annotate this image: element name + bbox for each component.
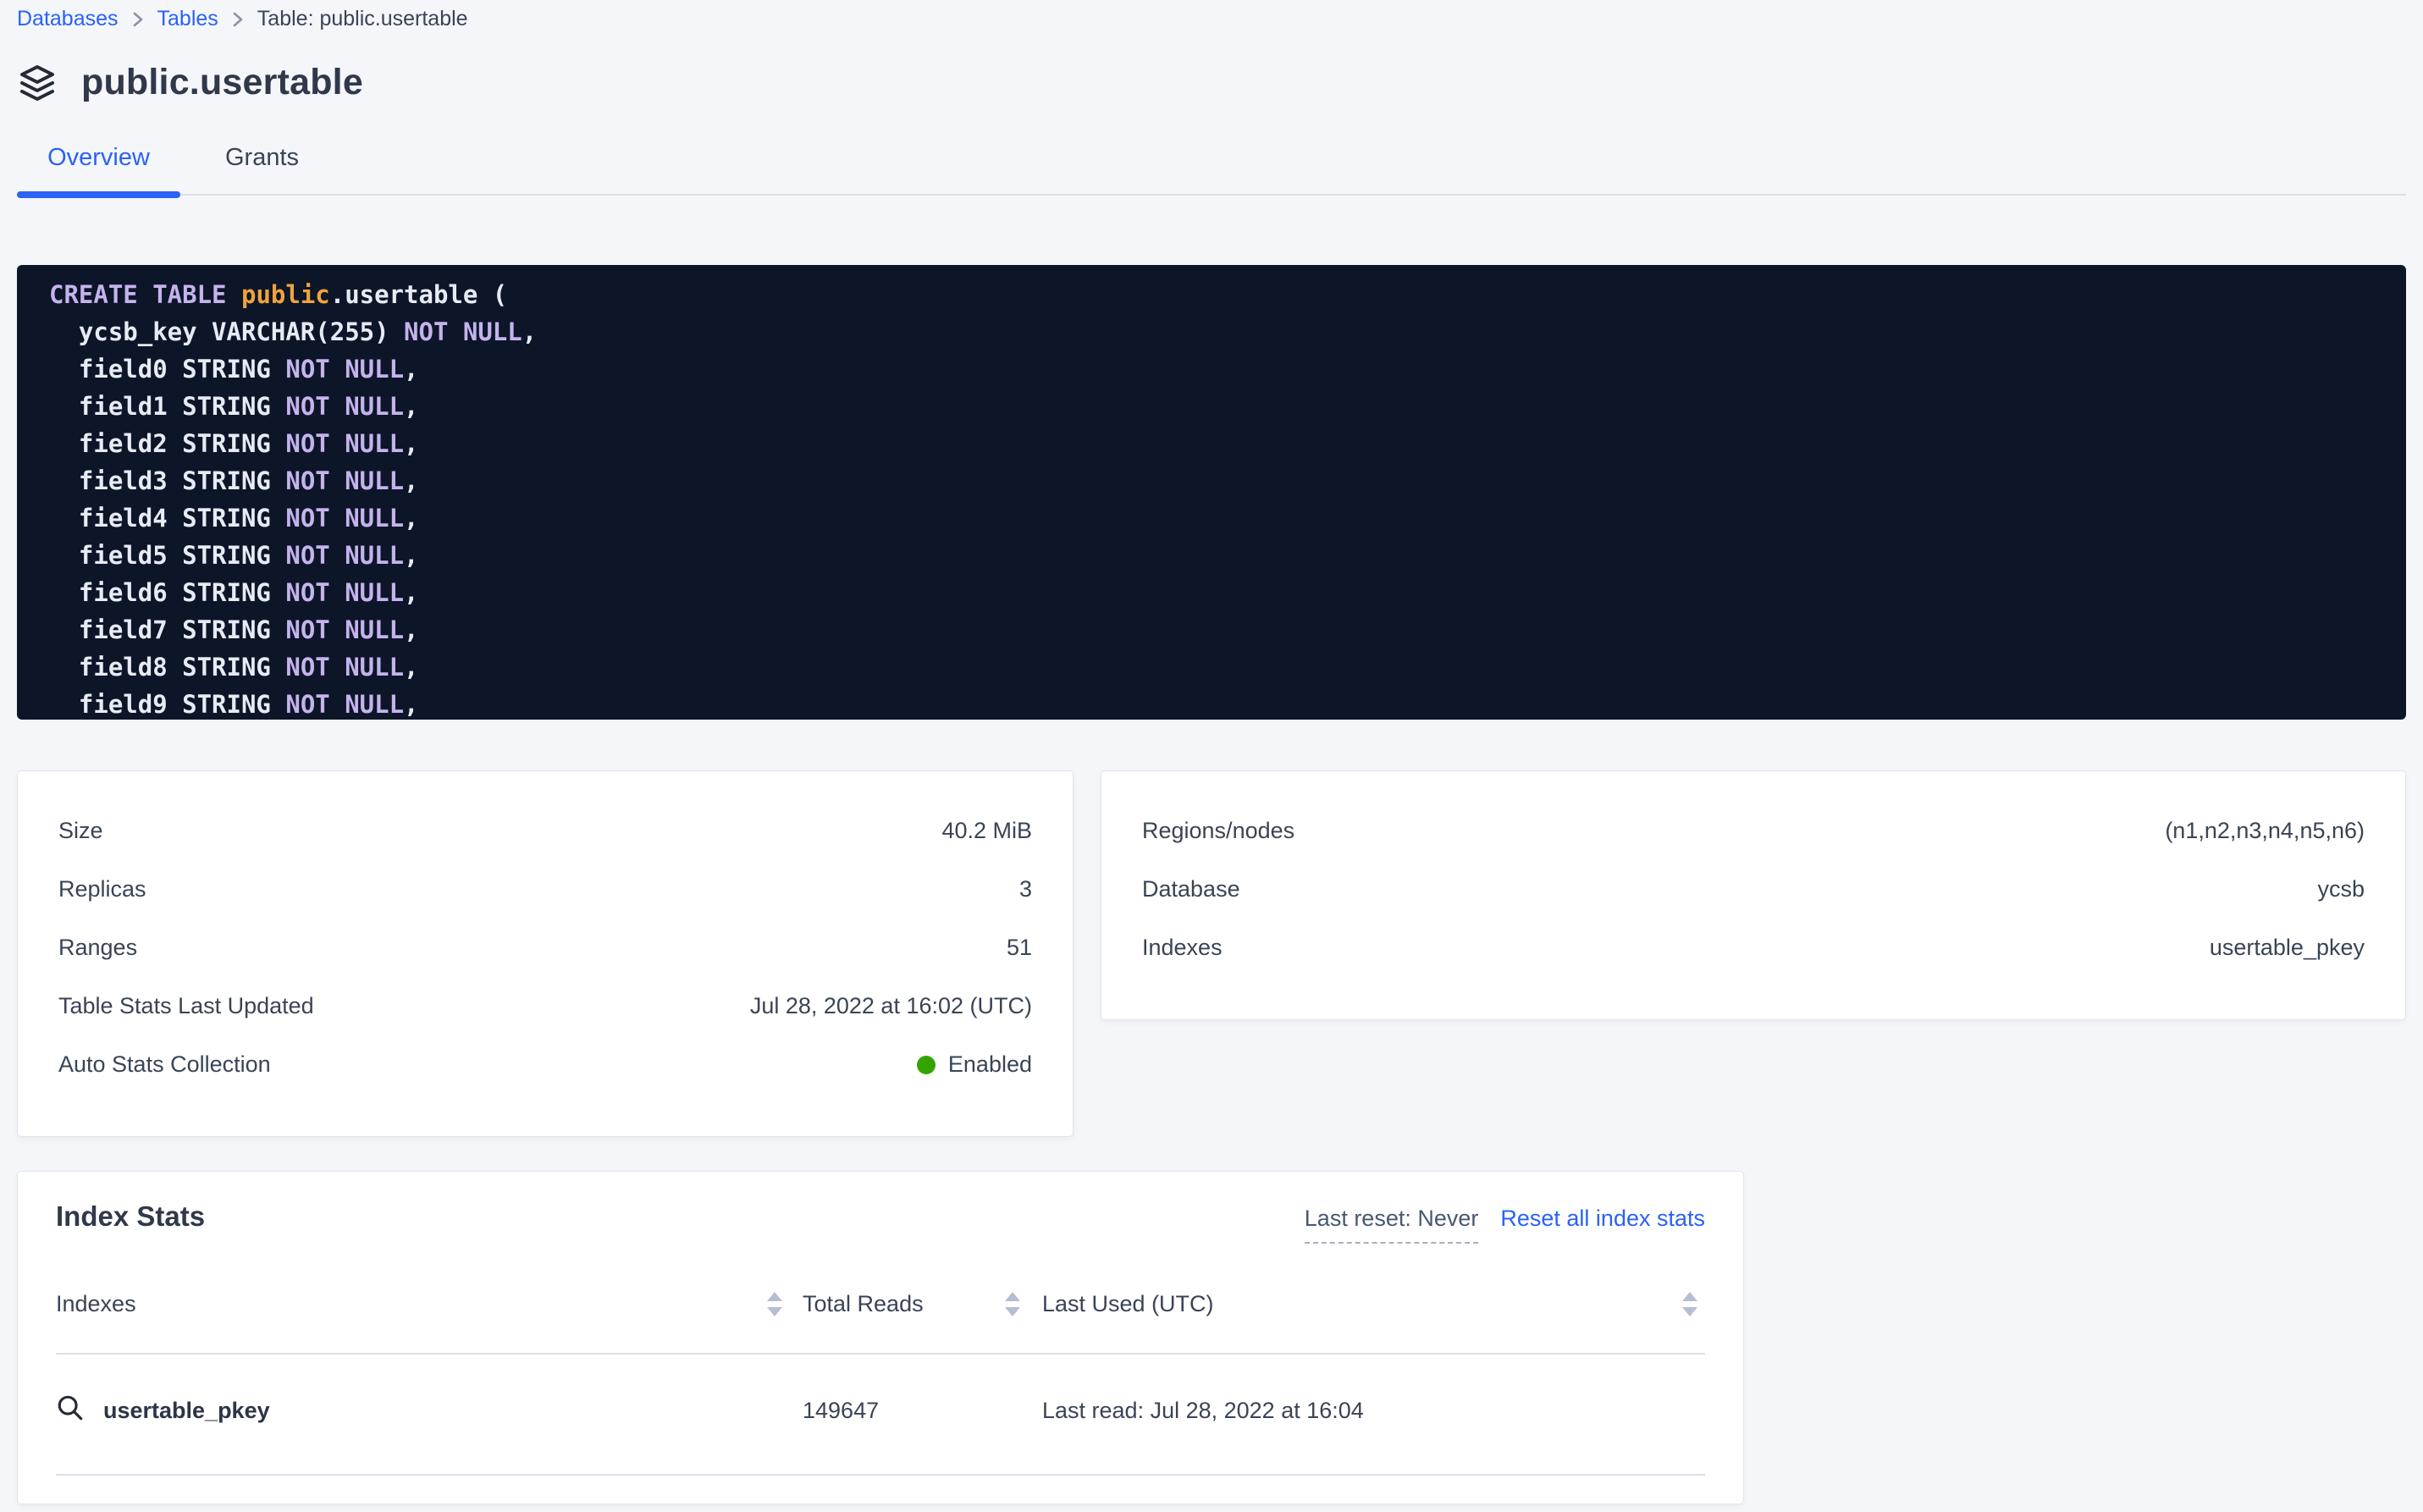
- detail-label: Size: [58, 818, 103, 844]
- detail-value: ycsb: [2317, 876, 2365, 902]
- sql-line: field1 STRING NOT NULL,: [49, 388, 2406, 425]
- breadcrumb-link-databases[interactable]: Databases: [17, 7, 119, 31]
- detail-row: Ranges 51: [58, 919, 1032, 977]
- page-header: public.usertable: [17, 62, 2406, 103]
- column-header-indexes[interactable]: Indexes: [56, 1291, 746, 1317]
- detail-value: 3: [1019, 876, 1032, 902]
- sort-icon[interactable]: [1674, 1292, 1705, 1316]
- detail-value: Jul 28, 2022 at 16:02 (UTC): [750, 993, 1032, 1019]
- sql-line: field7 STRING NOT NULL,: [49, 611, 2406, 648]
- active-tab-indicator: [17, 191, 180, 198]
- detail-label: Regions/nodes: [1142, 818, 1294, 844]
- detail-value: (n1,n2,n3,n4,n5,n6): [2165, 818, 2365, 844]
- breadcrumb-link-tables[interactable]: Tables: [157, 7, 218, 31]
- index-table-body: usertable_pkey 149647 Last read: Jul 28, 2…: [56, 1355, 1705, 1476]
- chevron-right-icon: [232, 10, 244, 29]
- detail-label: Auto Stats Collection: [58, 1051, 271, 1078]
- tab-overview[interactable]: Overview: [17, 144, 180, 194]
- detail-value: 51: [1007, 935, 1032, 961]
- details-section: Size 40.2 MiB Replicas 3 Ranges 51 Table Stats…: [17, 770, 2406, 1137]
- tab-grants[interactable]: Grants: [180, 144, 344, 194]
- status-enabled-dot: [917, 1056, 936, 1074]
- sql-line: field4 STRING NOT NULL,: [49, 499, 2406, 537]
- index-stats-title: Index Stats: [56, 1200, 205, 1233]
- tab-overview-label: Overview: [47, 144, 150, 171]
- last-reset-label: Last reset: Never: [1305, 1206, 1479, 1244]
- tab-grants-label: Grants: [225, 144, 299, 171]
- tab-bar: Overview Grants: [17, 144, 2406, 196]
- detail-row: Indexes usertable_pkey: [1142, 919, 2365, 977]
- table-meta-card: Regions/nodes (n1,n2,n3,n4,n5,n6) Database…: [1101, 770, 2406, 1020]
- chevron-right-icon: [132, 10, 144, 29]
- table-details-page: Databases Tables Table: public.usertable…: [0, 0, 2423, 1504]
- detail-label: Database: [1142, 876, 1240, 902]
- last-used-cell: Last read: Jul 28, 2022 at 16:04: [1042, 1398, 1674, 1424]
- sql-line: field3 STRING NOT NULL,: [49, 462, 2406, 499]
- sql-line: field5 STRING NOT NULL,: [49, 537, 2406, 574]
- detail-row: Size 40.2 MiB: [58, 802, 1032, 860]
- column-header-total-reads[interactable]: Total Reads: [803, 1291, 983, 1317]
- detail-row: Regions/nodes (n1,n2,n3,n4,n5,n6): [1142, 802, 2365, 860]
- create-table-sql-block: CREATE TABLE public.usertable ( ycsb_key…: [17, 265, 2406, 720]
- sort-icon[interactable]: [746, 1292, 803, 1316]
- detail-row: Replicas 3: [58, 860, 1032, 919]
- sql-line: field0 STRING NOT NULL,: [49, 350, 2406, 388]
- sql-line: field6 STRING NOT NULL,: [49, 574, 2406, 611]
- detail-row: Table Stats Last Updated Jul 28, 2022 at …: [58, 977, 1032, 1035]
- table-stats-card: Size 40.2 MiB Replicas 3 Ranges 51 Table Stats…: [17, 770, 1074, 1137]
- detail-label: Table Stats Last Updated: [58, 993, 314, 1019]
- index-name-cell[interactable]: usertable_pkey: [56, 1393, 746, 1428]
- detail-label: Indexes: [1142, 935, 1223, 961]
- index-table-header: Indexes Total Reads Last Used (UTC): [56, 1291, 1705, 1355]
- layers-stack-icon: [17, 63, 58, 103]
- sql-line: field2 STRING NOT NULL,: [49, 425, 2406, 462]
- sort-icon[interactable]: [983, 1292, 1042, 1316]
- sql-line: field9 STRING NOT NULL,: [49, 686, 2406, 720]
- detail-row: Database ycsb: [1142, 860, 2365, 919]
- detail-value: 40.2 MiB: [941, 818, 1032, 844]
- breadcrumb: Databases Tables Table: public.usertable: [17, 0, 2406, 31]
- detail-value: usertable_pkey: [2210, 935, 2365, 961]
- breadcrumb-current: Table: public.usertable: [257, 7, 468, 31]
- page-title: public.usertable: [81, 62, 363, 103]
- column-header-last-used[interactable]: Last Used (UTC): [1042, 1291, 1674, 1317]
- detail-row: Auto Stats Collection Enabled: [58, 1035, 1032, 1094]
- detail-label: Ranges: [58, 935, 137, 961]
- detail-value: Enabled: [917, 1051, 1032, 1078]
- index-stats-card: Index Stats Last reset: Never Reset all …: [17, 1171, 1744, 1504]
- sql-line: field8 STRING NOT NULL,: [49, 648, 2406, 686]
- detail-label: Replicas: [58, 876, 146, 902]
- magnifier-icon: [56, 1393, 85, 1428]
- reset-all-index-stats-link[interactable]: Reset all index stats: [1500, 1206, 1705, 1232]
- sql-line: CREATE TABLE public.usertable (: [49, 276, 2406, 313]
- total-reads-cell: 149647: [803, 1398, 983, 1424]
- index-stats-header: Index Stats Last reset: Never Reset all …: [56, 1200, 1705, 1244]
- index-table-row[interactable]: usertable_pkey 149647 Last read: Jul 28, 2…: [56, 1355, 1705, 1476]
- sql-line: ycsb_key VARCHAR(255) NOT NULL,: [49, 313, 2406, 350]
